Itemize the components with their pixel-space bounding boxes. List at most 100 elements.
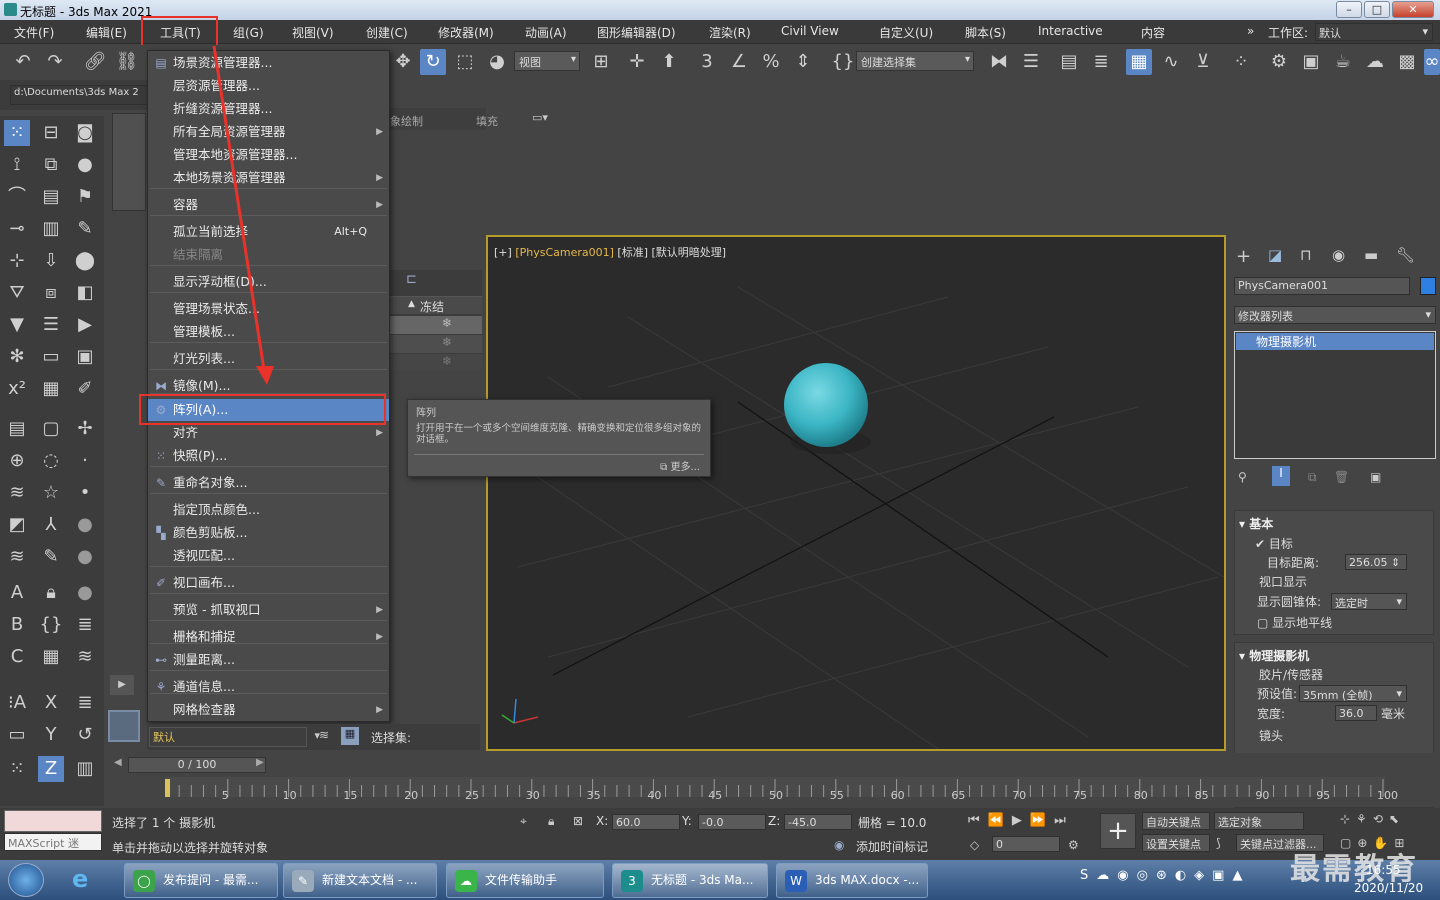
stack-icon[interactable]: ☰ <box>38 312 64 338</box>
curve-editor-icon[interactable]: ∿ <box>1158 49 1184 75</box>
unlink-icon[interactable]: ⛓ <box>114 49 140 75</box>
layers2-icon[interactable]: ≣ <box>72 612 98 638</box>
key-filter-icon[interactable]: ⟆ <box>1216 836 1221 850</box>
snap-toggle-icon[interactable]: ⌒ <box>4 184 30 210</box>
viewport-layout-icon[interactable] <box>108 710 140 742</box>
snap-3d-icon[interactable]: 3 <box>694 49 720 75</box>
pencil-icon[interactable]: ✐ <box>72 376 98 402</box>
hierarchy-tab-icon[interactable]: ⊓ <box>1300 246 1312 264</box>
hierarchy-icon[interactable]: ⊏ <box>406 272 417 287</box>
maximize-button[interactable]: □ <box>1364 1 1390 18</box>
show-cone-dropdown[interactable]: 选定时 ▾ <box>1331 593 1407 610</box>
circle3-icon[interactable]: ● <box>72 580 98 606</box>
tab-fill[interactable]: 填充 <box>476 113 498 129</box>
workspace-dropdown[interactable]: 默认 ▾ <box>1315 23 1433 41</box>
layers-icon[interactable]: ≋ <box>319 728 329 742</box>
lasso-icon[interactable]: ⟟ <box>4 152 30 178</box>
scene-explorer-toggle-icon[interactable]: ▤ <box>1056 49 1082 75</box>
x-field[interactable]: 60.0 <box>612 814 680 830</box>
add-time-tag[interactable]: 添加时间标记 <box>856 838 928 855</box>
menu-views[interactable]: 视图(V) <box>292 24 334 41</box>
rotate-select-icon[interactable]: ◌ <box>38 448 64 474</box>
sheet-icon[interactable]: ▤ <box>4 416 30 442</box>
menu-rendering[interactable]: 渲染(R) <box>709 24 751 41</box>
select-region-icon[interactable]: ◩ <box>4 512 30 538</box>
show-end-result-icon[interactable]: I <box>1272 466 1290 486</box>
film-icon[interactable]: ▣ <box>72 344 98 370</box>
menu-item[interactable]: 栅格和捕捉 ▶ <box>148 626 389 648</box>
menu-item[interactable]: 指定顶点颜色... <box>148 499 389 521</box>
mirror-tool-icon[interactable]: ⧓ <box>986 49 1012 75</box>
transfer-icon[interactable]: ⇩ <box>38 248 64 274</box>
task-word[interactable]: W 3ds MAX.docx -... <box>776 863 928 898</box>
save-snapshot-icon[interactable]: ▦ <box>38 376 64 402</box>
time-tag-icon[interactable]: ◉ <box>834 838 844 852</box>
minimize-button[interactable]: – <box>1336 1 1362 18</box>
redo-icon[interactable]: ↷ <box>42 49 68 75</box>
task-3dsmax[interactable]: 3 无标题 - 3ds Ma... <box>612 863 768 898</box>
menu-modifiers[interactable]: 修改器(M) <box>438 24 494 41</box>
menu-item[interactable]: ⚘ 通道信息... <box>148 676 389 698</box>
menu-item[interactable]: ⁙ 快照(P)... <box>148 445 389 467</box>
scene-icon[interactable]: ▦ <box>341 727 359 745</box>
edit-icon[interactable]: ✎ <box>38 544 64 570</box>
menu-scripting[interactable]: 脚本(S) <box>965 24 1006 41</box>
text-b-icon[interactable]: B <box>4 612 30 638</box>
target-checkbox[interactable]: ✔ 目标 <box>1255 535 1293 552</box>
dots-a-icon[interactable]: ⁝A <box>4 690 30 716</box>
frame-icon[interactable]: ▭ <box>38 344 64 370</box>
preset-dropdown[interactable]: 35mm (全帧) ▾ <box>1299 685 1407 702</box>
maxscript-field[interactable]: MAXScript 迷 <box>4 833 102 851</box>
table-row[interactable]: ❄ <box>390 335 482 353</box>
menu-customize[interactable]: 自定义(U) <box>879 24 933 41</box>
circle2-icon[interactable]: ● <box>72 544 98 570</box>
paint-select-icon[interactable]: ● <box>72 152 98 178</box>
curve-icon[interactable]: ⊸ <box>4 216 30 242</box>
configure-sets-icon[interactable]: ▣ <box>1370 470 1381 484</box>
menu-interactive[interactable]: Interactive <box>1038 24 1103 38</box>
angle-snap-icon[interactable]: ∠ <box>726 49 752 75</box>
create-tab-icon[interactable]: + <box>1236 246 1251 267</box>
brush-icon[interactable]: ✎ <box>72 216 98 242</box>
rotate-icon[interactable]: ↻ <box>420 49 446 75</box>
display-tab-icon[interactable]: ▬ <box>1364 246 1378 264</box>
tray-icons[interactable]: S☁◉◎⊛◐◈▣▲ <box>1080 868 1250 883</box>
menu-item[interactable]: ✐ 视口画布... <box>148 572 389 594</box>
object-name-field[interactable]: PhysCamera001 <box>1234 277 1410 295</box>
remove-modifier-icon[interactable]: 🗑︎ <box>1334 470 1349 484</box>
gizmo-icon[interactable]: ✢ <box>72 416 98 442</box>
layer-explorer-icon[interactable]: ≣ <box>1088 49 1114 75</box>
menu-item[interactable]: 对齐 ▶ <box>148 422 389 444</box>
undo-icon[interactable]: ↶ <box>10 49 36 75</box>
braces-icon[interactable]: {} <box>38 612 64 638</box>
table-row[interactable]: ❄ <box>390 354 482 370</box>
close-button[interactable]: ✕ <box>1392 1 1434 18</box>
task-wechat[interactable]: ☁ 文件传输助手 <box>446 863 604 898</box>
freeze-icon[interactable]: ❄ <box>442 335 452 349</box>
layer-stack-icon[interactable]: ▥ <box>38 216 64 242</box>
lock-icon[interactable]: 🔒︎ <box>38 580 64 606</box>
render-cloud-icon[interactable]: ☁ <box>1362 49 1388 75</box>
freeze-column-header[interactable]: ▲ 冻结 <box>390 296 482 314</box>
display-dropdown-icon[interactable]: ▭▾ <box>532 111 548 124</box>
ruler-icon[interactable]: ▭ <box>4 722 30 748</box>
start-button[interactable] <box>8 863 44 897</box>
doc-icon[interactable]: ▢ <box>38 416 64 442</box>
menu-item[interactable]: 透视匹配... <box>148 545 389 567</box>
key-mode-icon[interactable]: ◇ <box>970 838 979 852</box>
tab-paint[interactable]: 象绘制 <box>390 113 423 129</box>
next-frame-icon[interactable]: ▶ <box>256 757 270 773</box>
render-shot-icon[interactable]: ◧ <box>72 280 98 306</box>
maxscript-listener-pink[interactable] <box>4 810 102 832</box>
viewport[interactable]: [+] [PhysCamera001] [标准] [默认明暗处理] <box>486 235 1226 751</box>
time-slider[interactable]: 0 / 100 <box>128 757 266 773</box>
measure-tool-icon[interactable]: ⊹ <box>4 248 30 274</box>
asset-library-icon[interactable]: ▩ <box>1394 49 1420 75</box>
stack-item-physcam[interactable]: 物理摄影机 <box>1236 333 1434 350</box>
menu-item[interactable]: 预览 - 抓取视口 ▶ <box>148 599 389 621</box>
align-icon[interactable]: ☰ <box>1018 49 1044 75</box>
freeze-icon[interactable]: ❄ <box>442 316 452 330</box>
material-editor-icon[interactable]: ⁘ <box>1228 49 1254 75</box>
spinner-snap-icon[interactable]: ⇕ <box>790 49 816 75</box>
menu-item[interactable]: ✎ 重命名对象... <box>148 472 389 494</box>
